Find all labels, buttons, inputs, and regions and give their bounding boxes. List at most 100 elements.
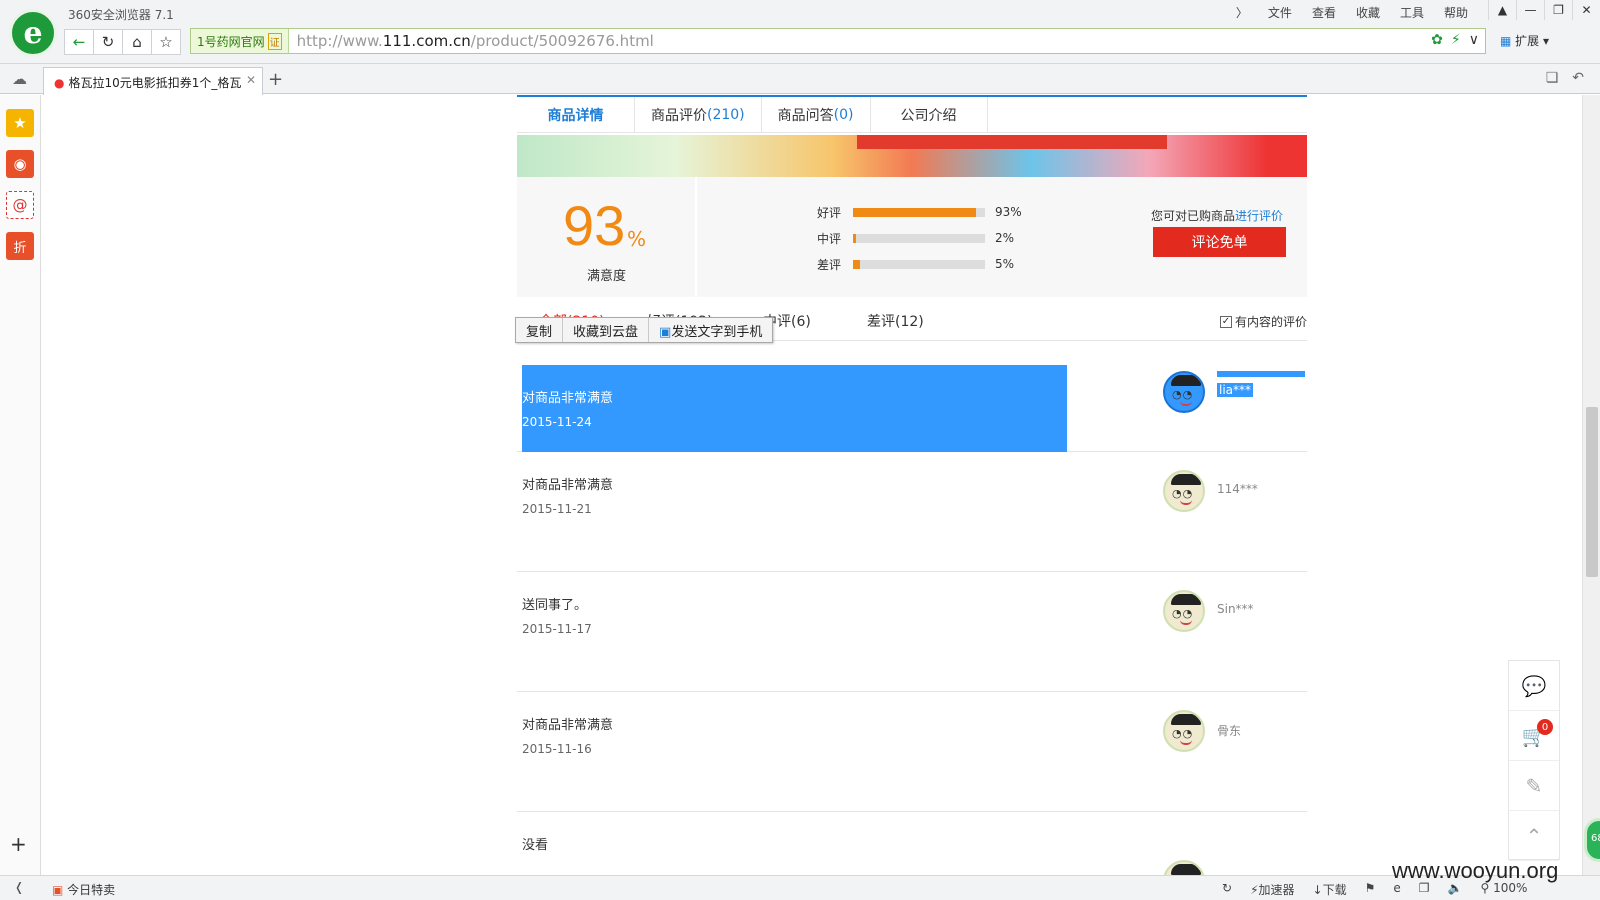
rating-mid: 中评 2% bbox=[817, 231, 1015, 246]
selection-context-menu: 复制 收藏到云盘 ▣发送文字到手机 bbox=[515, 317, 774, 343]
browser-titlebar: e 360安全浏览器 7.1 〉 文件 查看 收藏 工具 帮助 ▲ — ❐ ✕ … bbox=[0, 0, 1600, 64]
discount-icon[interactable]: 折 bbox=[6, 232, 34, 260]
avatar: ◔◔ bbox=[1163, 371, 1205, 413]
refresh-status-icon[interactable]: ↻ bbox=[1222, 881, 1232, 898]
product-tabs: 商品详情 商品评价 (210) 商品问答 (0) 公司介绍 bbox=[517, 95, 1307, 133]
mail-icon[interactable]: @ bbox=[6, 191, 34, 219]
review-username: 骨东 bbox=[1217, 724, 1242, 738]
gift-icon: ▣ bbox=[52, 883, 64, 897]
browser-tab[interactable]: ● 格瓦拉10元电影抵扣券1个_格瓦 ✕ bbox=[43, 67, 263, 95]
app-title: 360安全浏览器 7.1 bbox=[68, 8, 174, 22]
phone-icon: ▣ bbox=[659, 325, 672, 340]
menu-help[interactable]: 帮助 bbox=[1442, 4, 1470, 21]
security-shield-icon[interactable]: ✿ bbox=[1431, 32, 1443, 48]
undo-close-icon[interactable]: ↶ bbox=[1572, 70, 1584, 86]
new-tab-button[interactable]: + bbox=[268, 69, 283, 90]
rating-good: 好评 93% bbox=[817, 205, 1022, 220]
cart-icon[interactable]: 🛒 0 bbox=[1509, 711, 1559, 761]
window-controls: ▲ — ❐ ✕ bbox=[1488, 0, 1600, 20]
review-hint: 您可对已购商品进行评价 bbox=[1151, 209, 1284, 223]
write-review-link[interactable]: 进行评价 bbox=[1235, 209, 1283, 223]
extensions-button[interactable]: ▦ 扩展 ▾ bbox=[1500, 32, 1549, 49]
weibo-icon[interactable]: ◉ bbox=[6, 150, 34, 178]
menu-favorites[interactable]: 收藏 bbox=[1354, 4, 1382, 21]
review-item: 对商品非常满意 2015-11-16 ◔◔ 骨东 bbox=[517, 692, 1307, 812]
back-button[interactable]: ← bbox=[64, 29, 94, 55]
watermark: www.wooyun.org bbox=[1392, 858, 1559, 883]
favicon-icon: ● bbox=[54, 76, 65, 90]
flag-icon[interactable]: ⚑ bbox=[1365, 881, 1376, 898]
satisfaction-label: 满意度 bbox=[587, 269, 627, 284]
satisfaction-value: 93 bbox=[563, 194, 626, 257]
back-to-top-icon[interactable]: ⌃ bbox=[1509, 811, 1559, 861]
menu-file[interactable]: 文件 bbox=[1266, 4, 1294, 21]
cloud-icon[interactable]: ☁ bbox=[12, 70, 27, 88]
free-order-review-button[interactable]: 评论免单 bbox=[1153, 227, 1286, 257]
avatar: ◔◔ bbox=[1163, 710, 1205, 752]
promo-banner[interactable] bbox=[517, 135, 1307, 177]
tab-product-reviews[interactable]: 商品评价 (210) bbox=[635, 97, 762, 133]
download-button[interactable]: ↓下载 bbox=[1313, 881, 1347, 898]
review-item: 对商品非常满意 2015-11-24 ◔◔ lia*** bbox=[517, 365, 1307, 452]
menu-expand-icon[interactable]: 〉 bbox=[1234, 4, 1250, 21]
cart-count-badge: 0 bbox=[1537, 719, 1553, 735]
refresh-button[interactable]: ↻ bbox=[93, 29, 123, 55]
review-item: 没看 bbox=[517, 812, 1307, 875]
rating-bad: 差评 5% bbox=[817, 257, 1015, 272]
collapse-sidebar-icon[interactable]: ❬ bbox=[14, 880, 24, 894]
bookmark-star-button[interactable]: ☆ bbox=[151, 29, 181, 55]
nav-buttons: ← ↻ ⌂ ☆ bbox=[64, 28, 181, 56]
context-copy[interactable]: 复制 bbox=[516, 318, 564, 342]
page-content: 商品详情 商品评价 (210) 商品问答 (0) 公司介绍 93 % 满意度 好评 … bbox=[515, 95, 1307, 875]
satisfaction-summary: 93 % 满意度 好评 93% 中评 2% 差评 5% 您可对已购商品进行评价 … bbox=[517, 177, 1307, 297]
tab-close-icon[interactable]: ✕ bbox=[246, 73, 256, 87]
skin-icon[interactable]: ▲ bbox=[1488, 0, 1516, 20]
avatar bbox=[1163, 860, 1205, 875]
speed-mode-icon[interactable]: ⚡ bbox=[1451, 32, 1461, 48]
review-username: Sin*** bbox=[1217, 602, 1254, 616]
satisfaction-unit: % bbox=[627, 227, 647, 251]
accelerator-button[interactable]: ⚡加速器 bbox=[1250, 881, 1294, 898]
avatar: ◔◔ bbox=[1163, 470, 1205, 512]
feedback-edit-icon[interactable]: ✎ bbox=[1509, 761, 1559, 811]
address-bar[interactable]: 1号药网官网 证 http://www.111.com.cn/product/5… bbox=[190, 28, 1486, 54]
avatar: ◔◔ bbox=[1163, 590, 1205, 632]
chat-icon[interactable]: 💬 bbox=[1509, 661, 1559, 711]
filter-bad[interactable]: 差评(12) bbox=[867, 311, 924, 331]
tab-product-qa[interactable]: 商品问答 (0) bbox=[762, 97, 871, 133]
scrollbar-thumb[interactable] bbox=[1586, 407, 1598, 577]
tab-company-intro[interactable]: 公司介绍 bbox=[871, 97, 988, 133]
tab-list-icon[interactable]: ❏ bbox=[1546, 70, 1559, 86]
close-button[interactable]: ✕ bbox=[1572, 0, 1600, 20]
menu-view[interactable]: 查看 bbox=[1310, 4, 1338, 21]
rating-bars: 好评 93% 中评 2% 差评 5% bbox=[817, 199, 1022, 277]
page-scrollbar[interactable] bbox=[1582, 95, 1600, 875]
cert-icon: 证 bbox=[267, 32, 282, 50]
today-sale-button[interactable]: ▣ 今日特卖 bbox=[52, 881, 115, 898]
tab-product-detail[interactable]: 商品详情 bbox=[517, 97, 635, 133]
apps-icon: ▦ bbox=[1500, 34, 1512, 48]
green-widget[interactable]: 68 bbox=[1584, 818, 1600, 862]
context-save-cloud[interactable]: 收藏到云盘 bbox=[563, 318, 650, 342]
has-content-filter[interactable]: ✓ 有内容的评价 bbox=[1219, 313, 1307, 330]
maximize-button[interactable]: ❐ bbox=[1544, 0, 1572, 20]
has-content-checkbox[interactable]: ✓ bbox=[1219, 315, 1232, 328]
sidebar-add-icon[interactable]: + bbox=[10, 832, 27, 856]
menu-tools[interactable]: 工具 bbox=[1398, 4, 1426, 21]
left-sidebar: ★ ◉ @ 折 + bbox=[0, 95, 41, 875]
floating-toolbar: 💬 🛒 0 ✎ ⌃ bbox=[1508, 660, 1560, 861]
site-identity-badge[interactable]: 1号药网官网 证 bbox=[191, 29, 289, 53]
review-username: 114*** bbox=[1217, 482, 1258, 496]
url-text[interactable]: http://www.111.com.cn/product/50092676.h… bbox=[289, 32, 654, 50]
browser-logo: e bbox=[9, 9, 57, 57]
status-bar: ❬ ▣ 今日特卖 ↻ ⚡加速器 ↓下载 ⚑ e ❐ 🔈 ⚲ 100% bbox=[0, 875, 1600, 900]
context-send-phone[interactable]: ▣发送文字到手机 bbox=[649, 318, 772, 342]
favorites-star-icon[interactable]: ★ bbox=[6, 109, 34, 137]
minimize-button[interactable]: — bbox=[1516, 0, 1544, 20]
review-item: 送同事了。 2015-11-17 ◔◔ Sin*** bbox=[517, 572, 1307, 692]
home-button[interactable]: ⌂ bbox=[122, 29, 152, 55]
top-menu: 〉 文件 查看 收藏 工具 帮助 bbox=[1234, 4, 1470, 21]
tab-bar: ☁ ● 格瓦拉10元电影抵扣券1个_格瓦 ✕ + ❏ ↶ bbox=[0, 64, 1600, 95]
review-username: lia*** bbox=[1217, 383, 1254, 397]
dropdown-chevron-icon[interactable]: ∨ bbox=[1469, 32, 1479, 48]
